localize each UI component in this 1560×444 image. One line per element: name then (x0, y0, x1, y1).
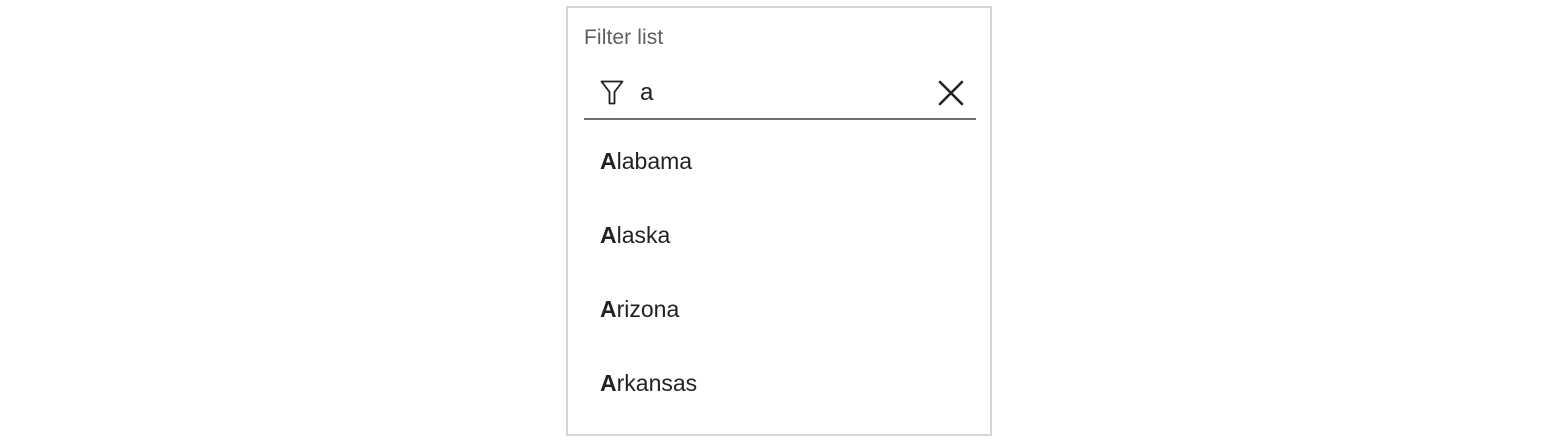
list-item[interactable]: Arkansas (568, 348, 990, 422)
panel-title: Filter list (584, 26, 664, 49)
results-list: Alabama Alaska Arizona Arkansas (568, 126, 990, 422)
list-item-label: Arizona (600, 296, 679, 323)
list-item-match: A (600, 370, 617, 396)
list-item-rest: rkansas (616, 370, 698, 396)
list-item-label: Alaska (600, 222, 670, 249)
list-item-rest: laska (616, 222, 671, 248)
list-item-rest: rizona (616, 296, 680, 322)
list-item-rest: labama (616, 148, 693, 174)
list-item[interactable]: Alabama (568, 126, 990, 200)
list-item-label: Arkansas (600, 370, 697, 397)
list-item-match: A (600, 296, 617, 322)
filter-input[interactable] (640, 79, 920, 107)
list-item-match: A (600, 222, 617, 248)
close-icon[interactable] (938, 80, 964, 106)
list-item-label: Alabama (600, 148, 692, 175)
filter-icon (600, 80, 624, 105)
filter-list-panel: Filter list Alabama Alaska Arizona Arkan… (566, 6, 992, 436)
list-item[interactable]: Alaska (568, 200, 990, 274)
list-item-match: A (600, 148, 617, 174)
list-item[interactable]: Arizona (568, 274, 990, 348)
filter-field[interactable] (584, 66, 976, 120)
